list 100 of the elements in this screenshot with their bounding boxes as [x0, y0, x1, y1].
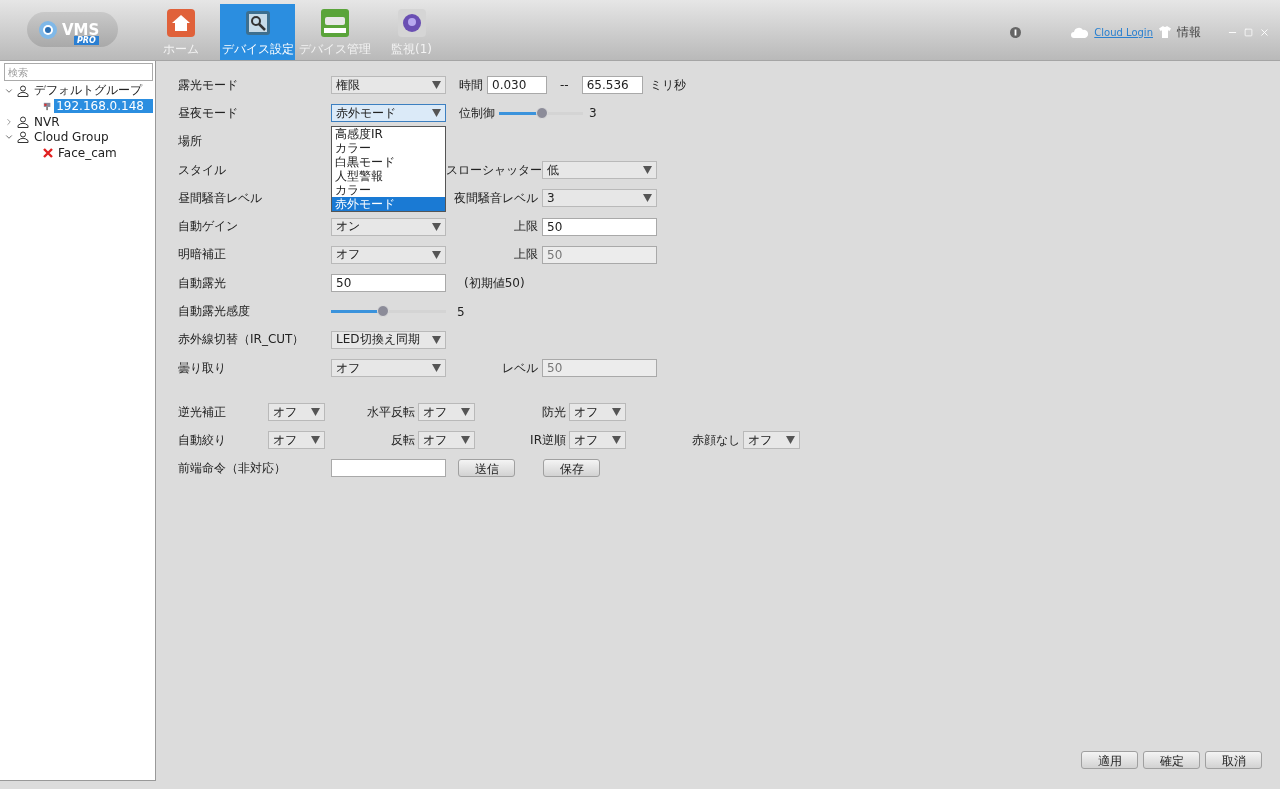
setting-label: 逆光補正: [178, 403, 227, 421]
setting-label: 赤顔なし: [691, 431, 741, 449]
dropdown[interactable]: オフ: [743, 431, 800, 450]
slider-value: 5: [457, 304, 465, 319]
dropdown-option[interactable]: カラー: [332, 183, 445, 198]
person-icon: [17, 115, 29, 128]
cloud-icon: [1071, 26, 1089, 38]
magnifier-icon: [243, 9, 272, 37]
cross-icon: [43, 147, 53, 158]
caret-icon: [786, 436, 795, 445]
setting-label: 明暗補正: [178, 246, 227, 264]
caret-icon: [461, 436, 470, 445]
field-label: 夜間騒音レベル: [453, 189, 538, 207]
slider-thumb[interactable]: [376, 305, 389, 317]
setting-label: 自動絞り: [178, 431, 227, 449]
caret-icon: [643, 194, 652, 203]
caret-icon: [432, 81, 441, 90]
close-icon[interactable]: [1259, 26, 1270, 38]
shirt-icon[interactable]: [1159, 26, 1171, 38]
dropdown[interactable]: オフ: [418, 431, 475, 450]
search-field[interactable]: 検索: [4, 63, 153, 81]
action-button[interactable]: 送信: [458, 459, 515, 478]
setting-label: 前端命令（非対応）: [178, 459, 287, 477]
input-field[interactable]: 50: [542, 217, 657, 236]
setting-label: 昼間騒音レベル: [178, 189, 263, 207]
setting-label: 昼夜モード: [178, 104, 239, 122]
expand-icon[interactable]: [4, 116, 14, 127]
tree-item[interactable]: NVR: [32, 114, 62, 129]
input-field[interactable]: 50: [331, 274, 446, 293]
tree-item[interactable]: デフォルトグループ: [32, 82, 144, 100]
dropdown[interactable]: オフ: [331, 245, 446, 264]
input-field[interactable]: 0.030: [487, 76, 547, 95]
setting-label: 自動露光: [178, 274, 227, 292]
setting-label: 防光: [541, 403, 567, 421]
setting-label: 曇り取り: [178, 359, 227, 377]
caret-icon: [612, 408, 621, 417]
setting-label: 露光モード: [178, 76, 239, 94]
dropdown[interactable]: LED切換え同期: [331, 330, 446, 349]
caret-icon: [311, 436, 320, 445]
dropdown-option[interactable]: 人型警報: [332, 169, 445, 184]
setting-label: IR逆順: [529, 431, 567, 449]
field-label: 上限: [513, 218, 538, 236]
caret-icon: [643, 166, 652, 175]
setting-label: 自動露光感度: [178, 303, 251, 320]
maximize-icon[interactable]: [1244, 27, 1253, 37]
dropdown[interactable]: オフ: [268, 403, 325, 422]
hint-text: (初期値50): [464, 274, 525, 292]
info-label[interactable]: 情報: [1177, 23, 1201, 41]
dropdown[interactable]: 低: [542, 161, 657, 180]
info-icon[interactable]: [1010, 26, 1022, 38]
lens-icon: [397, 9, 426, 37]
dropdown[interactable]: オフ: [268, 431, 325, 450]
footer-button[interactable]: 適用: [1081, 751, 1138, 769]
field-label: 位制御: [459, 104, 495, 122]
caret-icon: [612, 436, 621, 445]
home-icon: [166, 9, 195, 37]
dropdown[interactable]: 赤外モード: [331, 104, 446, 123]
input-field[interactable]: 65.536: [581, 76, 643, 95]
setting-label: 赤外線切替（IR_CUT）: [178, 331, 306, 349]
unit-label: ミリ秒: [649, 76, 686, 94]
slider-thumb[interactable]: [535, 106, 548, 119]
slider-value: 3: [589, 106, 597, 121]
tree-item[interactable]: Cloud Group: [32, 130, 111, 145]
setting-label: 自動ゲイン: [178, 218, 239, 236]
footer-button[interactable]: 取消: [1205, 751, 1262, 769]
setting-label: 水平反転: [366, 403, 416, 421]
dropdown-option[interactable]: 高感度IR: [332, 127, 445, 142]
dropdown[interactable]: オフ: [569, 403, 626, 422]
action-button[interactable]: 保存: [543, 459, 600, 478]
dropdown[interactable]: オン: [331, 217, 446, 236]
dropdown[interactable]: 権限: [331, 76, 446, 95]
input-field[interactable]: [331, 459, 446, 478]
dropdown[interactable]: 3: [542, 189, 657, 208]
caret-icon: [432, 250, 441, 259]
person-icon: [17, 131, 29, 144]
dropdown-option[interactable]: 白黒モード: [332, 155, 445, 170]
setting-label: 反転: [390, 431, 416, 449]
caret-icon: [461, 408, 470, 417]
setting-label: スタイル: [178, 161, 227, 179]
setting-label: 場所: [178, 133, 203, 151]
caret-icon: [432, 222, 441, 231]
caret-icon: [432, 364, 441, 373]
caret-icon: [432, 335, 441, 344]
camera-icon: [43, 100, 52, 112]
app-logo: VMS PRO: [27, 12, 118, 47]
dropdown[interactable]: オフ: [331, 359, 446, 378]
range-separator: --: [560, 78, 569, 93]
dropdown-option[interactable]: カラー: [332, 141, 445, 156]
drive-icon: [320, 9, 349, 37]
tree-item[interactable]: Face_cam: [56, 145, 119, 160]
field-label: 上限: [513, 246, 538, 264]
person-icon: [17, 84, 29, 97]
footer-button[interactable]: 確定: [1143, 751, 1200, 769]
field-label: 時間: [459, 76, 483, 94]
dropdown-option[interactable]: 赤外モード: [332, 197, 445, 212]
dropdown[interactable]: オフ: [418, 403, 475, 422]
field-label: レベル: [501, 359, 538, 377]
dropdown[interactable]: オフ: [569, 431, 626, 450]
caret-icon: [311, 408, 320, 417]
caret-icon: [432, 109, 441, 118]
